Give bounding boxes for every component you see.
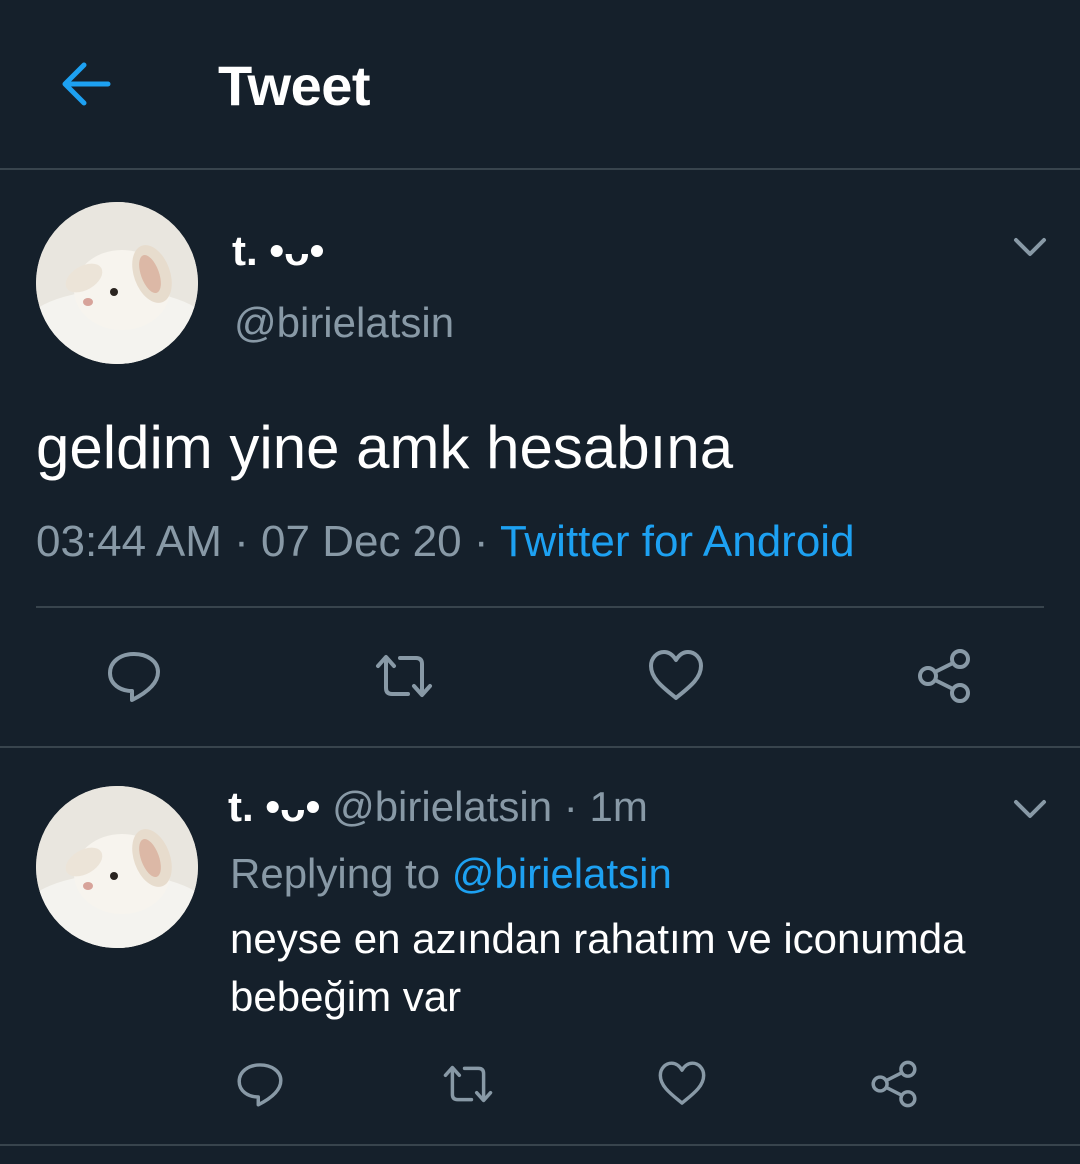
reply-display-name[interactable]: t. •ᴗ• — [228, 783, 320, 830]
tweet-date: 07 Dec 20 — [261, 517, 462, 566]
reply-age: 1m — [589, 783, 648, 830]
replying-label: Replying to — [230, 850, 441, 897]
tweet-meta: 03:44 AM · 07 Dec 20 · Twitter for Andro… — [36, 514, 855, 570]
tweet-time: 03:44 AM — [36, 517, 222, 566]
reply-handle[interactable]: @birielatsin — [332, 783, 552, 830]
divider — [36, 606, 1044, 608]
replying-to-handle[interactable]: @birielatsin — [452, 850, 672, 897]
handle[interactable]: @birielatsin — [234, 298, 454, 348]
replying-to: Replying to @birielatsin — [230, 848, 672, 900]
like-icon[interactable] — [646, 646, 706, 706]
page-title: Tweet — [218, 54, 371, 117]
retweet-icon[interactable] — [374, 646, 434, 706]
share-icon[interactable] — [868, 1058, 920, 1110]
separator-dot: · — [473, 517, 489, 566]
top-bar: Tweet — [0, 0, 1080, 170]
retweet-icon[interactable] — [442, 1058, 494, 1110]
like-icon[interactable] — [656, 1058, 708, 1110]
back-arrow-icon[interactable] — [54, 52, 118, 116]
share-icon[interactable] — [914, 646, 974, 706]
reply-header: t. •ᴗ• @birielatsin · 1m — [228, 782, 648, 832]
separator-dot: · — [563, 783, 578, 830]
reply-icon[interactable] — [234, 1058, 286, 1110]
display-name[interactable]: t. •ᴗ• — [232, 226, 324, 276]
separator-dot: · — [234, 517, 249, 566]
reply-avatar[interactable] — [36, 786, 198, 948]
divider — [0, 746, 1080, 748]
avatar[interactable] — [36, 202, 198, 364]
tweet-source-link[interactable]: Twitter for Android — [500, 517, 855, 566]
chevron-down-icon[interactable] — [1010, 232, 1050, 262]
divider — [0, 1144, 1080, 1146]
reply-icon[interactable] — [104, 646, 164, 706]
reply-text: neyse en azından rahatım ve iconumda beb… — [230, 915, 966, 1020]
chevron-down-icon[interactable] — [1010, 794, 1050, 824]
tweet-text: geldim yine amk hesabına — [36, 414, 734, 481]
